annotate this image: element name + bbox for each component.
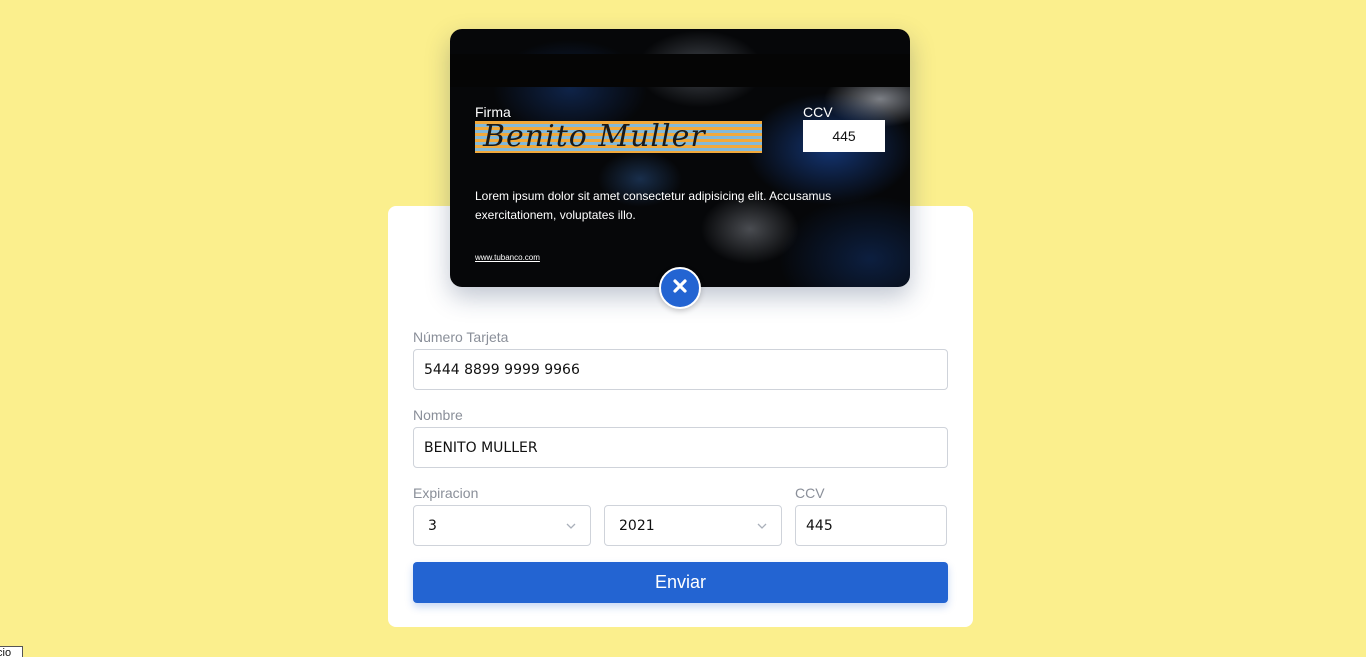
expiration-year-select[interactable]: 2021 [604,505,782,546]
chevron-down-icon [757,523,767,529]
card-signature: Benito Muller [483,121,706,153]
magnetic-strip [450,54,910,87]
toggle-form-button[interactable] [659,267,701,309]
ccv-label: CCV [795,485,825,501]
expiration-label: Expiracion [413,485,479,501]
card-description: Lorem ipsum dolor sit amet consectetur a… [475,189,832,222]
bank-link[interactable]: www.tubanco.com [475,253,540,262]
card-ccv-value: 445 [803,120,885,152]
submit-button[interactable]: Enviar [413,562,948,603]
name-input[interactable]: BENITO MULLER [413,427,948,468]
chevron-down-icon [566,523,576,529]
corner-tab[interactable]: cio [0,646,23,657]
name-value: BENITO MULLER [424,439,538,456]
credit-card-back[interactable]: Firma CCV Benito Muller 445 Lorem ipsum … [450,29,910,287]
card-number-input[interactable]: 5444 8899 9999 9966 [413,349,948,390]
card-number-value: 5444 8899 9999 9966 [424,361,580,378]
card-number-label: Número Tarjeta [413,329,509,345]
signature-label: Firma [475,104,511,120]
expiration-month-select[interactable]: 3 [413,505,591,546]
year-value: 2021 [619,517,655,534]
signature-strip: Benito Muller [475,121,762,153]
name-label: Nombre [413,407,463,423]
month-value: 3 [428,517,437,534]
ccv-value: 445 [806,517,833,534]
close-icon [672,278,688,299]
card-ccv-label: CCV [803,104,833,120]
ccv-input[interactable]: 445 [795,505,947,546]
